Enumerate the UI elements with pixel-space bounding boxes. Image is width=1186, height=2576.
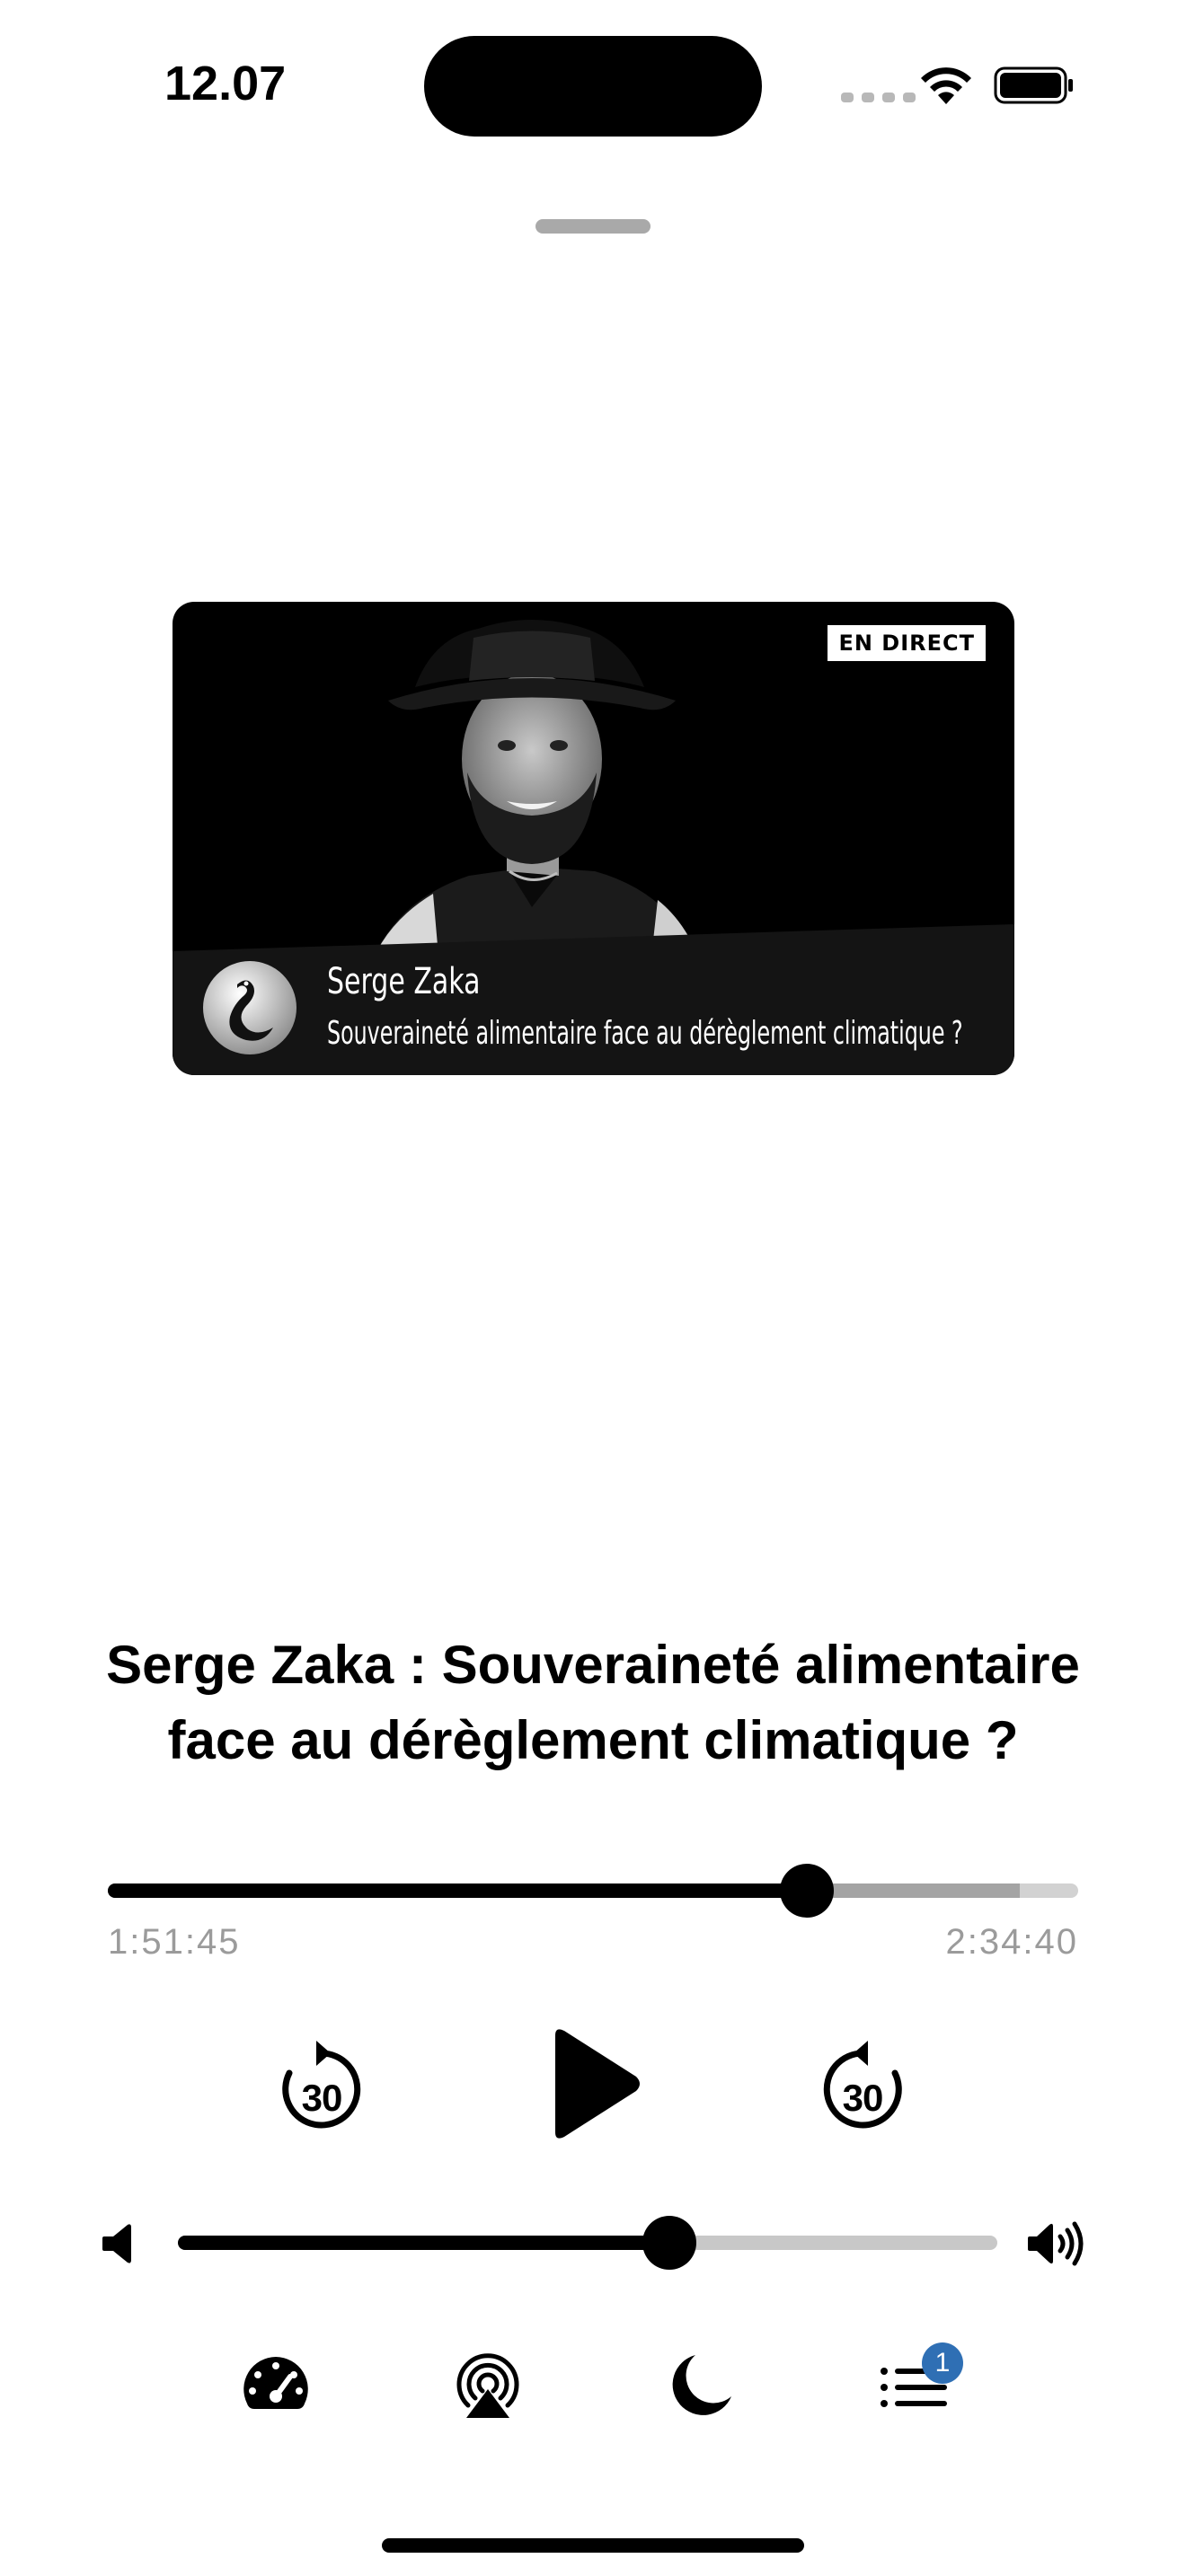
sleep-timer-button[interactable] <box>665 2350 737 2422</box>
volume-slider[interactable] <box>178 2236 997 2250</box>
episode-title: Serge Zaka : Souveraineté alimentaire fa… <box>106 1635 1080 1770</box>
airplay-icon <box>456 2353 519 2418</box>
airplay-button[interactable] <box>452 2350 524 2422</box>
volume-knob[interactable] <box>642 2216 697 2270</box>
swan-logo <box>203 961 296 1054</box>
playback-speed-button[interactable] <box>240 2350 312 2422</box>
skip-forward-button[interactable]: 30 <box>818 2037 907 2136</box>
queue-count-badge: 1 <box>922 2342 963 2384</box>
elapsed-time: 1:51:45 <box>108 1922 241 1962</box>
cellular-signal-icon <box>841 93 916 102</box>
volume-level <box>178 2236 670 2250</box>
playback-speed-icon <box>243 2357 308 2409</box>
sleep-timer-icon <box>672 2355 731 2415</box>
volume-min-icon <box>102 2224 131 2263</box>
skip-back-button[interactable]: 30 <box>277 2037 367 2136</box>
skip-forward-seconds: 30 <box>842 2077 884 2119</box>
volume-max-icon <box>1028 2221 1084 2266</box>
battery-icon <box>994 66 1073 104</box>
now-playing-screen: 12.07 EN DIRECT Serge Zaka Souveraineté … <box>0 0 1186 2576</box>
progress-played <box>108 1883 807 1898</box>
live-badge: EN DIRECT <box>828 625 986 661</box>
progress-slider[interactable] <box>108 1883 1078 1898</box>
status-time: 12.07 <box>164 57 287 110</box>
skip-back-seconds: 30 <box>301 2077 343 2119</box>
play-button[interactable] <box>543 2026 643 2141</box>
banner-speaker-name: Serge Zaka <box>327 961 481 1002</box>
banner-episode-subtitle: Souveraineté alimentaire face au dérègle… <box>327 1015 963 1052</box>
progress-knob[interactable] <box>779 1864 834 1918</box>
total-time: 2:34:40 <box>945 1922 1078 1962</box>
home-indicator[interactable] <box>382 2538 804 2553</box>
episode-artwork: EN DIRECT Serge Zaka Souveraineté alimen… <box>173 602 1014 1075</box>
sheet-grabber[interactable] <box>535 219 651 234</box>
play-icon <box>555 2029 640 2139</box>
dynamic-island <box>424 36 762 137</box>
wifi-icon <box>921 67 971 104</box>
